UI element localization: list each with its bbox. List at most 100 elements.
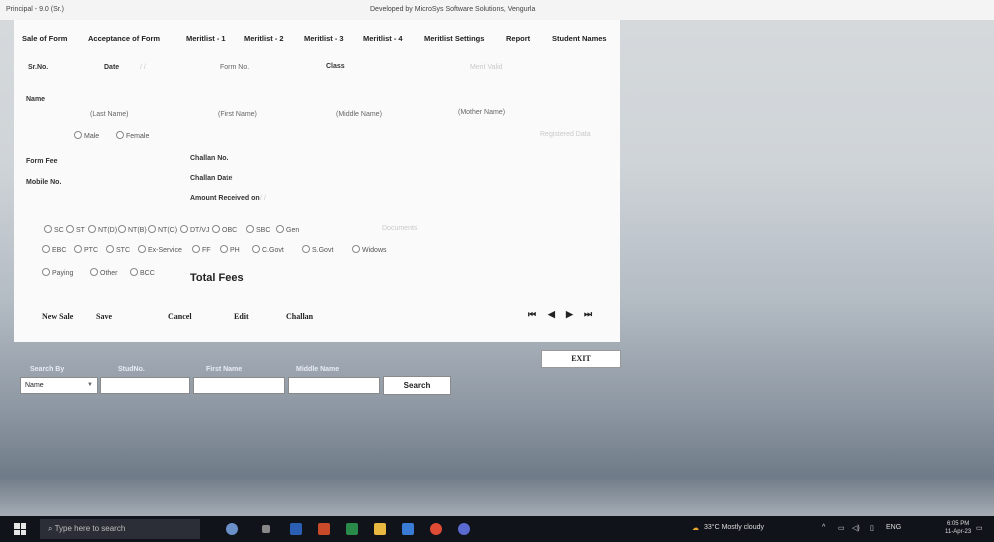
radio-category-cat-row1-7[interactable]: SBC	[246, 225, 270, 234]
chrome-icon[interactable]	[430, 523, 442, 535]
radio-circle-icon	[246, 225, 254, 233]
radio-category-label: SC	[54, 227, 64, 234]
radio-category-label: NT(B)	[128, 227, 147, 234]
weather-text[interactable]: 33°C Mostly cloudy	[704, 524, 764, 531]
radio-category-cat-row2-2[interactable]: STC	[106, 245, 130, 254]
form-fee-label: Form Fee	[26, 158, 58, 165]
search-by-select[interactable]: Name ▼	[20, 377, 98, 394]
tab-student-names[interactable]: Student Names	[552, 34, 607, 43]
radio-category-cat-row1-6[interactable]: OBC	[212, 225, 237, 234]
radio-category-label: Ex-Service	[148, 247, 182, 254]
search-button[interactable]: Search	[383, 376, 451, 395]
radio-category-label: Gen	[286, 227, 300, 234]
app-icon[interactable]	[458, 523, 470, 535]
clock[interactable]: 6:05 PM 11-Apr-23	[945, 520, 971, 536]
first-record-icon[interactable]: ⏮	[528, 309, 536, 320]
radio-category-cat-row2-5[interactable]: PH	[220, 245, 240, 254]
radio-category-cat-row2-3[interactable]: Ex-Service	[138, 245, 182, 254]
word-icon[interactable]	[290, 523, 302, 535]
total-fees-label: Total Fees	[190, 272, 244, 284]
radio-category-label: PH	[230, 247, 240, 254]
radio-category-cat-row2-7[interactable]: S.Govt	[302, 245, 333, 254]
radio-category-cat-row1-4[interactable]: NT(C)	[148, 225, 177, 234]
search-by-label: Search By	[30, 366, 65, 373]
network-icon[interactable]: ▭	[838, 524, 845, 532]
category-hint: Documents	[382, 225, 418, 232]
battery-icon[interactable]: ▯	[870, 524, 874, 532]
tab-meritlist-4[interactable]: Meritlist - 4	[363, 34, 403, 43]
notification-icon[interactable]: ▭	[976, 524, 983, 532]
amount-received-field[interactable]: / /	[260, 195, 266, 202]
radio-category-cat-row2-0[interactable]: EBC	[42, 245, 66, 254]
window-title: Principal - 9.0 (Sr.)	[6, 6, 64, 13]
radio-category-cat-row2-8[interactable]: Widows	[352, 245, 387, 254]
radio-category-cat-row1-2[interactable]: NT(D)	[88, 225, 117, 234]
taskbar-search-input[interactable]: ⌕ Type here to search	[40, 519, 200, 539]
radio-category-label: STC	[116, 247, 130, 254]
last-record-icon[interactable]: ⏭	[584, 309, 592, 320]
radio-category-label: C.Govt	[262, 247, 284, 254]
radio-female[interactable]: Female	[116, 131, 149, 140]
radio-category-cat-row1-0[interactable]: SC	[44, 225, 64, 234]
windows-start-icon[interactable]	[14, 523, 26, 535]
student-no-input[interactable]	[100, 377, 190, 394]
mother-name-hint: (Mother Name)	[458, 109, 506, 116]
radio-circle-icon	[74, 245, 82, 253]
radio-category-cat-row3-0[interactable]: Paying	[42, 268, 73, 277]
edit-button[interactable]: Edit	[234, 312, 249, 321]
tab-report[interactable]: Report	[506, 34, 530, 43]
radio-category-cat-row2-6[interactable]: C.Govt	[252, 245, 284, 254]
radio-category-cat-row1-1[interactable]: ST	[66, 225, 85, 234]
radio-category-cat-row1-3[interactable]: NT(B)	[118, 225, 147, 234]
powerpoint-icon[interactable]	[318, 523, 330, 535]
challan-date-field[interactable]: / /	[226, 175, 232, 182]
radio-category-cat-row3-2[interactable]: BCC	[130, 268, 155, 277]
form-no-label: Form No.	[220, 64, 250, 71]
radio-circle-icon	[192, 245, 200, 253]
tab-meritlist-2[interactable]: Meritlist - 2	[244, 34, 284, 43]
language-indicator[interactable]: ENG	[886, 524, 901, 531]
radio-category-label: FF	[202, 247, 211, 254]
previous-record-icon[interactable]: ◀	[548, 309, 555, 320]
radio-circle-icon	[106, 245, 114, 253]
excel-icon[interactable]	[346, 523, 358, 535]
tab-acceptance-of-form[interactable]: Acceptance of Form	[88, 34, 160, 43]
save-button[interactable]: Save	[96, 312, 112, 321]
radio-circle-icon	[118, 225, 126, 233]
radio-female-label: Female	[126, 133, 150, 140]
weather-icon: ☁	[692, 525, 699, 532]
first-name-input[interactable]	[193, 377, 285, 394]
file-explorer-icon[interactable]	[374, 523, 386, 535]
volume-icon[interactable]: ◁)	[852, 524, 860, 532]
radio-category-cat-row1-5[interactable]: DT/VJ	[180, 225, 209, 234]
new-sale-button[interactable]: New Sale	[42, 312, 73, 321]
date-field[interactable]: / /	[140, 64, 146, 71]
radio-category-cat-row2-1[interactable]: PTC	[74, 245, 98, 254]
radio-circle-icon	[42, 268, 50, 276]
radio-category-label: SBC	[256, 227, 271, 234]
radio-category-cat-row3-1[interactable]: Other	[90, 268, 118, 277]
chevron-up-icon[interactable]: ^	[822, 524, 825, 531]
student-no-label: StudNo.	[118, 366, 145, 373]
tab-sale-of-form[interactable]: Sale of Form	[22, 34, 67, 43]
task-view-icon[interactable]	[262, 525, 270, 533]
radio-category-label: OBC	[222, 227, 238, 234]
tab-meritlist-1[interactable]: Meritlist - 1	[186, 34, 226, 43]
radio-category-label: DT/VJ	[190, 227, 210, 234]
cancel-button[interactable]: Cancel	[168, 312, 192, 321]
tab-meritlist-settings[interactable]: Meritlist Settings	[424, 34, 484, 43]
radio-category-cat-row2-4[interactable]: FF	[192, 245, 211, 254]
tab-meritlist-3[interactable]: Meritlist - 3	[304, 34, 344, 43]
challan-no-label: Challan No.	[190, 155, 229, 162]
exit-button[interactable]: EXIT	[541, 350, 621, 368]
radio-category-cat-row1-8[interactable]: Gen	[276, 225, 299, 234]
radio-male[interactable]: Male	[74, 131, 99, 140]
middle-name-input[interactable]	[288, 377, 380, 394]
challan-button[interactable]: Challan	[286, 312, 313, 321]
middle-name-hint: (Middle Name)	[336, 111, 382, 118]
next-record-icon[interactable]: ▶	[566, 309, 573, 320]
notepad-icon[interactable]	[402, 523, 414, 535]
cortana-icon[interactable]	[226, 523, 238, 535]
first-name-hint: (First Name)	[218, 111, 257, 118]
radio-circle-icon	[180, 225, 188, 233]
